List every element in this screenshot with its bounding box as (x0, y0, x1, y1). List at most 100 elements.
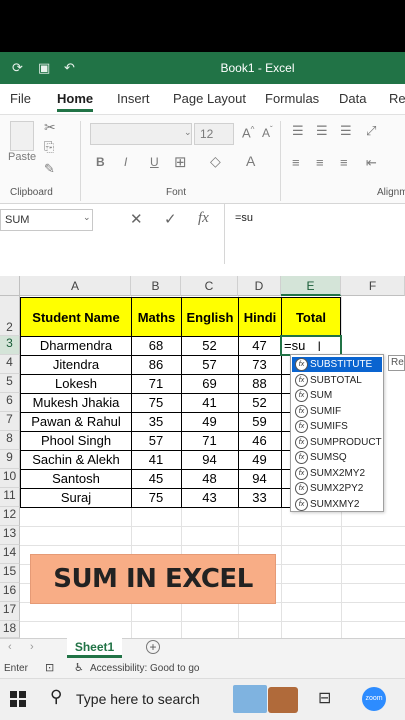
align-center-icon[interactable]: ≡ (316, 155, 324, 170)
table-cell[interactable]: 48 (181, 469, 239, 489)
grow-font-icon[interactable]: A^ (242, 125, 254, 140)
table-cell[interactable]: Sachin & Alekh (20, 450, 132, 470)
table-cell[interactable]: 43 (181, 488, 239, 508)
column-header[interactable]: F (341, 276, 405, 296)
row-header[interactable]: 17 (0, 602, 20, 621)
table-cell[interactable]: 57 (131, 431, 182, 451)
row-header[interactable]: 7 (0, 412, 20, 431)
taskbar-app-thumbnail-icon[interactable] (233, 685, 267, 713)
shrink-font-icon[interactable]: Aˇ (262, 125, 273, 140)
table-cell[interactable]: 94 (238, 469, 282, 489)
accessibility-status[interactable]: Accessibility: Good to go (90, 663, 200, 674)
underline-button[interactable]: U (150, 155, 159, 169)
table-cell[interactable]: 49 (238, 450, 282, 470)
row-header[interactable]: 15 (0, 564, 20, 583)
zoom-app-icon[interactable]: zoom (362, 687, 386, 711)
table-cell[interactable]: Santosh (20, 469, 132, 489)
table-cell[interactable]: 41 (181, 393, 239, 413)
table-cell[interactable]: 68 (131, 336, 182, 356)
row-header[interactable]: 2 (0, 296, 20, 336)
tab-home[interactable]: Home (57, 91, 94, 112)
fill-color-icon[interactable]: ◇ (210, 153, 221, 170)
cancel-button[interactable]: ✕ (130, 210, 143, 228)
add-sheet-button[interactable]: + (146, 640, 160, 654)
row-header[interactable]: 13 (0, 526, 20, 545)
autocomplete-item[interactable]: fx SUBSTITUTE (292, 357, 382, 372)
select-all-corner[interactable] (0, 276, 20, 296)
align-bottom-icon[interactable]: ☰ (340, 123, 352, 139)
bold-button[interactable]: B (96, 155, 105, 169)
orientation-icon[interactable]: ⤢ (366, 123, 376, 139)
paste-button[interactable]: Paste (8, 151, 36, 163)
table-cell[interactable]: 69 (181, 374, 239, 394)
table-cell[interactable]: Mukesh Jhakia (20, 393, 132, 413)
clipboard-icon[interactable] (10, 121, 34, 151)
row-header[interactable]: 5 (0, 374, 20, 393)
row-header[interactable]: 3 (0, 336, 20, 355)
autocomplete-item[interactable]: fx SUMX2MY2 (292, 466, 382, 481)
copy-icon[interactable]: ⎘ (44, 139, 54, 155)
header-cell[interactable]: Hindi (238, 297, 282, 337)
row-header[interactable]: 9 (0, 450, 20, 469)
tab-insert[interactable]: Insert (117, 91, 150, 106)
column-header[interactable]: D (238, 276, 281, 296)
column-header[interactable]: E (281, 276, 341, 296)
table-cell[interactable]: 52 (238, 393, 282, 413)
row-header[interactable]: 10 (0, 469, 20, 488)
table-cell[interactable]: 71 (131, 374, 182, 394)
cut-icon[interactable]: ✂ (44, 119, 56, 136)
table-cell[interactable]: 94 (181, 450, 239, 470)
table-cell[interactable]: Phool Singh (20, 431, 132, 451)
scroll-right-icon[interactable]: › (30, 641, 34, 653)
row-header[interactable]: 8 (0, 431, 20, 450)
table-cell[interactable]: 46 (238, 431, 282, 451)
windows-start-icon[interactable] (10, 691, 26, 707)
align-middle-icon[interactable]: ☰ (316, 123, 328, 139)
autocomplete-item[interactable]: fx SUMSQ (292, 450, 382, 465)
autocomplete-item[interactable]: fx SUMIFS (292, 419, 382, 434)
align-top-icon[interactable]: ☰ (292, 123, 304, 139)
name-box[interactable]: SUM (0, 209, 93, 231)
row-header[interactable]: 6 (0, 393, 20, 412)
tab-review[interactable]: Rev (389, 91, 405, 106)
autocomplete-item[interactable]: fx SUMXMY2 (292, 497, 382, 512)
table-cell[interactable]: Lokesh (20, 374, 132, 394)
table-cell[interactable]: 52 (181, 336, 239, 356)
indent-icon[interactable]: ⇤ (366, 155, 377, 171)
table-cell[interactable]: Jitendra (20, 355, 132, 375)
table-cell[interactable]: 45 (131, 469, 182, 489)
table-cell[interactable]: 33 (238, 488, 282, 508)
table-cell[interactable]: 59 (238, 412, 282, 432)
column-header[interactable]: A (20, 276, 131, 296)
macro-record-icon[interactable]: ⊡ (45, 661, 54, 674)
title-banner-shape[interactable]: SUM IN EXCEL (30, 554, 276, 604)
taskbar-search-box[interactable]: Type here to search (76, 691, 200, 707)
header-cell[interactable]: Student Name (20, 297, 132, 337)
search-icon[interactable]: ⚲ (50, 687, 62, 707)
autocomplete-item[interactable]: fx SUBTOTAL (292, 373, 382, 388)
chevron-down-icon[interactable]: ⌄ (83, 212, 91, 223)
active-cell-input[interactable]: =su I (280, 335, 342, 356)
formula-input[interactable]: =su (224, 204, 405, 264)
row-header[interactable]: 16 (0, 583, 20, 602)
function-autocomplete-list[interactable]: fx SUBSTITUTE fx SUBTOTAL fx SUM fx SUMIF fx… (290, 354, 384, 512)
tab-page-layout[interactable]: Page Layout (173, 91, 246, 106)
sheet-tab-sheet1[interactable]: Sheet1 (67, 638, 122, 658)
row-header[interactable]: 11 (0, 488, 20, 507)
table-cell[interactable]: 88 (238, 374, 282, 394)
autocomplete-item[interactable]: fx SUMX2PY2 (292, 481, 382, 496)
autocomplete-item[interactable]: fx SUM (292, 388, 382, 403)
table-cell[interactable]: 47 (238, 336, 282, 356)
table-cell[interactable]: 75 (131, 393, 182, 413)
chevron-down-icon[interactable]: ⌄ (184, 127, 192, 138)
column-header[interactable]: C (181, 276, 238, 296)
font-name-box[interactable] (90, 123, 192, 145)
align-left-icon[interactable]: ≡ (292, 155, 300, 170)
row-header[interactable]: 4 (0, 355, 20, 374)
header-cell[interactable]: English (181, 297, 239, 337)
scroll-left-icon[interactable]: ‹ (8, 641, 12, 653)
table-cell[interactable]: 57 (181, 355, 239, 375)
briefcase-icon[interactable] (268, 687, 298, 713)
enter-button[interactable]: ✓ (164, 210, 177, 228)
tab-formulas[interactable]: Formulas (265, 91, 319, 106)
